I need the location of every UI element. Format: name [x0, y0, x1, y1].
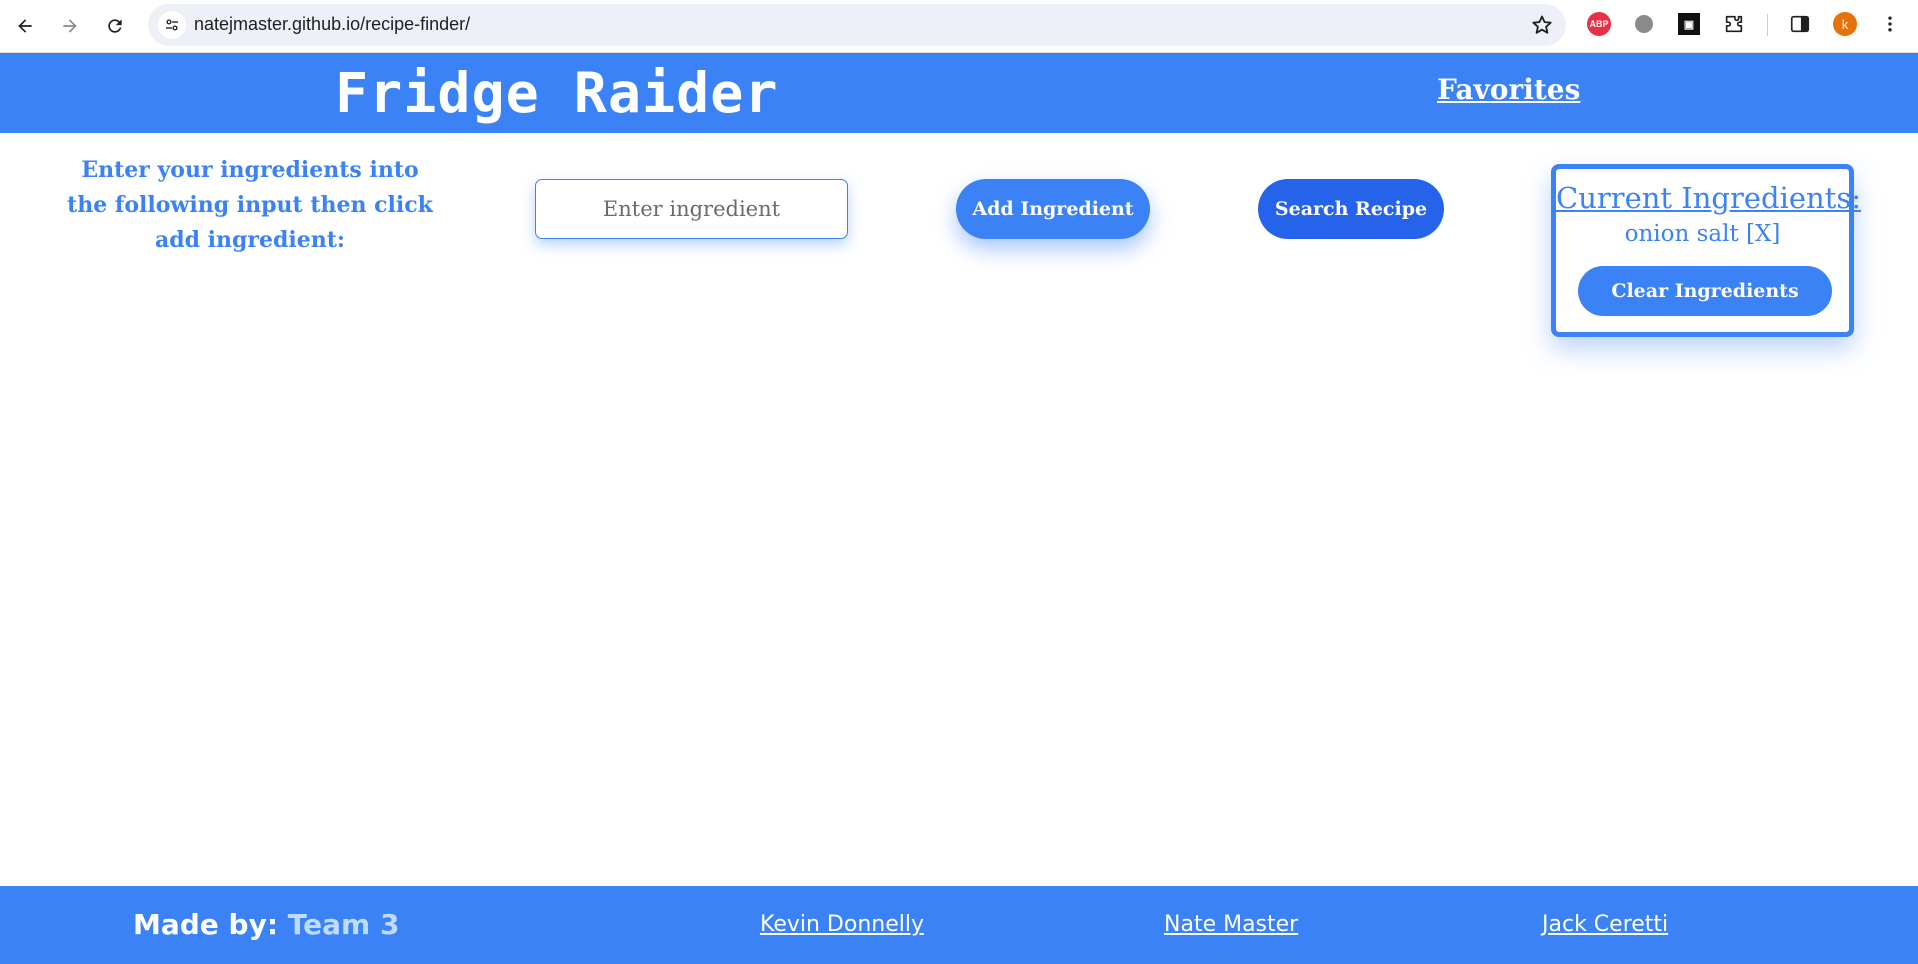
member-link-kevin[interactable]: Kevin Donnelly — [760, 912, 924, 937]
team-name: Team 3 — [287, 908, 400, 941]
abp-badge: ABP — [1587, 12, 1611, 36]
site-info-button[interactable] — [158, 11, 186, 39]
made-by-label: Made by: — [133, 908, 279, 941]
puzzle-icon[interactable] — [1721, 11, 1747, 37]
adblock-plus-icon[interactable]: ABP — [1586, 11, 1612, 37]
profile-avatar[interactable]: k — [1832, 11, 1858, 37]
back-button[interactable] — [10, 11, 40, 41]
tune-icon — [166, 19, 178, 31]
clear-ingredients-button[interactable]: Clear Ingredients — [1578, 266, 1832, 316]
made-by-credit: Made by: Team 3 — [133, 908, 399, 941]
arrow-right-icon — [63, 19, 77, 33]
current-ingredients-title[interactable]: Current Ingredients: — [1556, 181, 1861, 215]
ingredient-item[interactable]: onion salt [X] — [1556, 221, 1849, 247]
kebab-menu-icon[interactable] — [1877, 11, 1903, 37]
ingredient-input[interactable] — [535, 179, 848, 239]
page-title: Fridge Raider — [335, 61, 779, 125]
site-footer: Made by: Team 3 Kevin Donnelly Nate Mast… — [0, 886, 1918, 964]
search-recipe-button[interactable]: Search Recipe — [1258, 179, 1444, 239]
browser-toolbar: natejmaster.github.io/recipe-finder/ ABP… — [0, 0, 1918, 53]
arrow-left-icon — [18, 19, 32, 33]
member-link-nate[interactable]: Nate Master — [1164, 912, 1298, 937]
url-text[interactable]: natejmaster.github.io/recipe-finder/ — [194, 14, 470, 35]
side-panel-icon[interactable] — [1787, 11, 1813, 37]
forward-button[interactable] — [55, 11, 85, 41]
site-header: Fridge Raider Favorites — [0, 53, 1918, 133]
reload-icon — [108, 19, 122, 33]
avatar: k — [1833, 12, 1857, 36]
bookmark-star-icon[interactable] — [1530, 13, 1554, 37]
instructions-text: Enter your ingredients into the followin… — [67, 157, 433, 253]
member-link-jack[interactable]: Jack Ceretti — [1542, 912, 1668, 937]
ghostery-icon[interactable] — [1631, 11, 1657, 37]
current-ingredients-panel: Current Ingredients: onion salt [X] Clea… — [1551, 164, 1861, 337]
add-ingredient-button[interactable]: Add Ingredient — [956, 179, 1150, 239]
toolbar-separator — [1767, 14, 1768, 36]
favorites-link[interactable]: Favorites — [1437, 73, 1580, 106]
reload-button[interactable] — [100, 11, 130, 41]
extension-square-icon[interactable]: ▣ — [1676, 11, 1702, 37]
address-bar[interactable]: natejmaster.github.io/recipe-finder/ — [148, 4, 1566, 46]
